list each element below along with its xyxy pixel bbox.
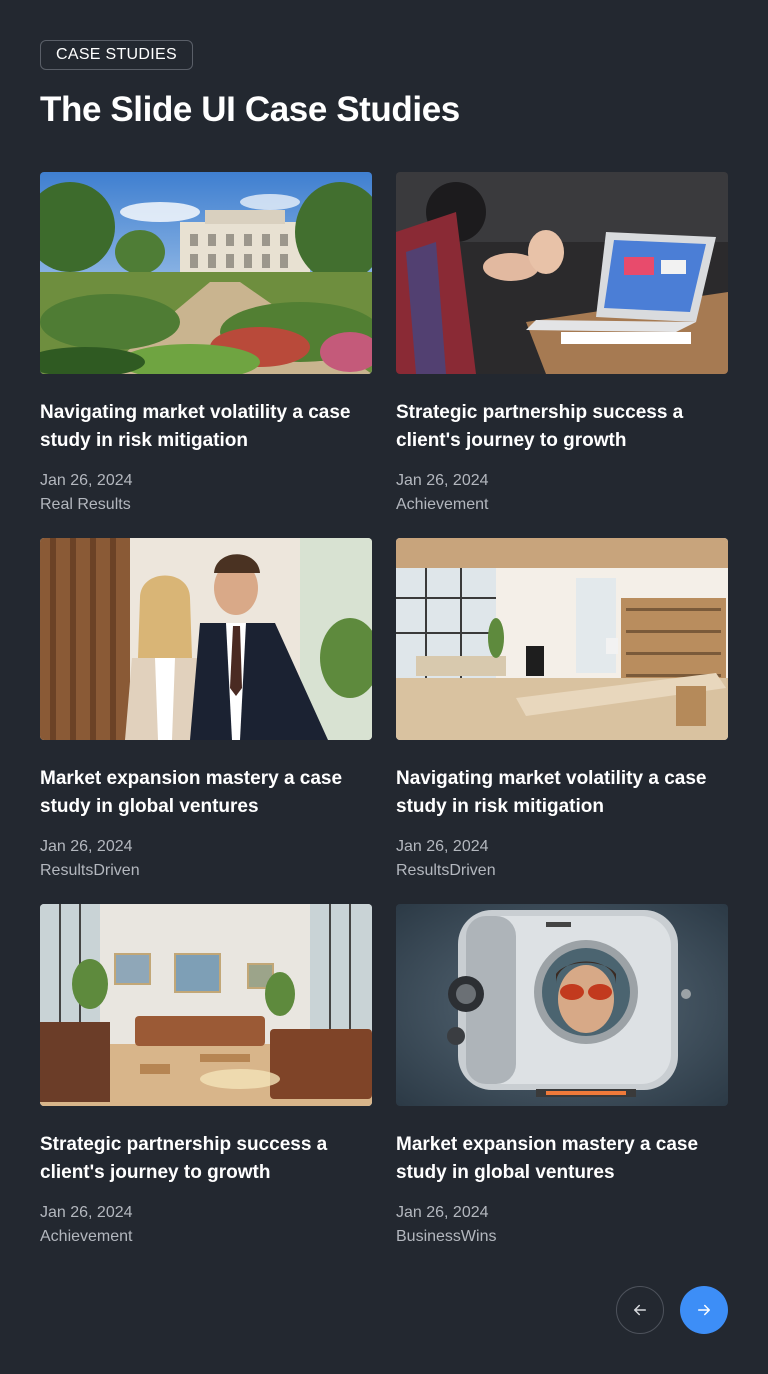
retro-robot-image[interactable]	[396, 904, 728, 1106]
case-study-card[interactable]: Navigating market volatility a case stud…	[396, 538, 728, 879]
case-study-card[interactable]: Navigating market volatility a case stud…	[40, 172, 372, 513]
laptop-meeting-image[interactable]	[396, 172, 728, 374]
case-study-title[interactable]: Navigating market volatility a case stud…	[40, 399, 372, 455]
garden-estate-image[interactable]	[40, 172, 372, 374]
case-study-tag: ResultsDriven	[396, 862, 496, 879]
arrow-right-icon	[698, 1304, 710, 1316]
case-study-tag: BusinessWins	[396, 1228, 497, 1245]
case-study-date: Jan 26, 2024	[40, 472, 133, 489]
arrow-left-icon	[634, 1304, 646, 1316]
case-study-date: Jan 26, 2024	[40, 838, 133, 855]
case-study-date: Jan 26, 2024	[396, 1204, 489, 1221]
case-study-tag: ResultsDriven	[40, 862, 140, 879]
section-badge: CASE STUDIES	[40, 40, 193, 70]
case-study-title[interactable]: Market expansion mastery a case study in…	[396, 1131, 728, 1187]
case-study-date: Jan 26, 2024	[40, 1204, 133, 1221]
case-study-title[interactable]: Navigating market volatility a case stud…	[396, 765, 728, 821]
case-study-tag: Achievement	[396, 496, 489, 513]
case-study-title[interactable]: Strategic partnership success a client's…	[396, 399, 728, 455]
previous-button[interactable]	[616, 1286, 664, 1334]
case-study-tag: Achievement	[40, 1228, 133, 1245]
case-study-title[interactable]: Strategic partnership success a client's…	[40, 1131, 372, 1187]
case-study-grid: Navigating market volatility a case stud…	[40, 172, 728, 1245]
case-study-tag: Real Results	[40, 496, 131, 513]
case-study-card[interactable]: Strategic partnership success a client's…	[40, 904, 372, 1245]
next-button[interactable]	[680, 1286, 728, 1334]
case-studies-section: CASE STUDIES The Slide UI Case Studies N…	[0, 0, 768, 1374]
case-study-card[interactable]: Market expansion mastery a case study in…	[396, 904, 728, 1245]
open-office-image[interactable]	[396, 538, 728, 740]
case-study-title[interactable]: Market expansion mastery a case study in…	[40, 765, 372, 821]
case-study-date: Jan 26, 2024	[396, 838, 489, 855]
page-title: The Slide UI Case Studies	[40, 90, 460, 129]
case-study-date: Jan 26, 2024	[396, 472, 489, 489]
lounge-room-image[interactable]	[40, 904, 372, 1106]
case-study-card[interactable]: Strategic partnership success a client's…	[396, 172, 728, 513]
business-couple-image[interactable]	[40, 538, 372, 740]
case-study-card[interactable]: Market expansion mastery a case study in…	[40, 538, 372, 879]
